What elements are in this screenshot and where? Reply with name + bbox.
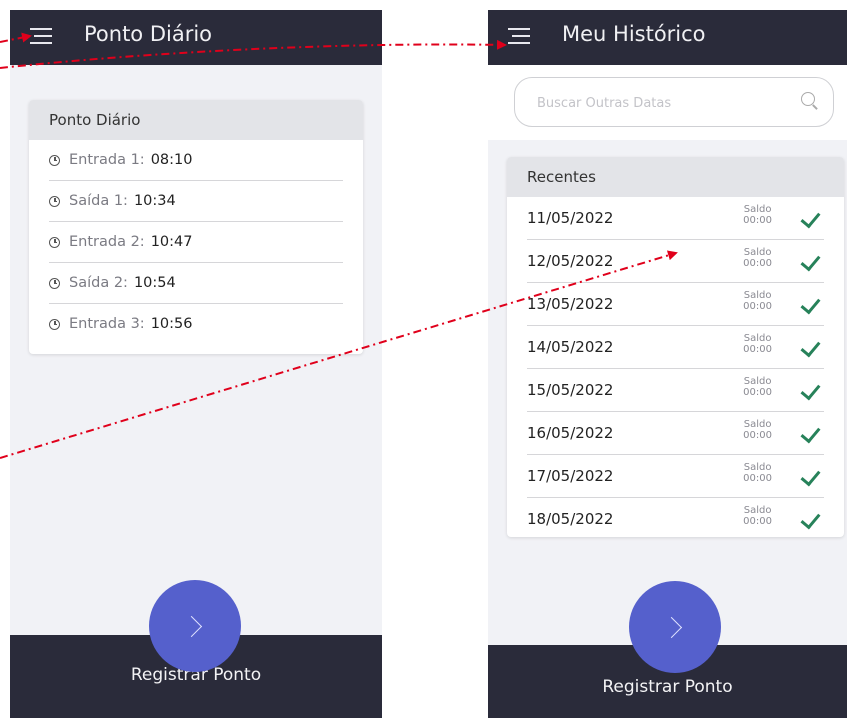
balance: Saldo 00:00 [743,333,772,355]
app-bar: Ponto Diário [10,10,382,65]
card-title: Recentes [507,157,844,197]
balance: Saldo 00:00 [743,462,772,484]
check-icon [800,422,821,444]
punch-row: Entrada 2: 10:47 [49,222,343,263]
balance-label: Saldo [743,247,772,258]
punch-label: Entrada 3: [69,316,145,332]
balance: Saldo 00:00 [743,419,772,441]
balance-value: 00:00 [743,516,772,527]
card-title: Ponto Diário [29,100,363,140]
balance: Saldo 00:00 [743,505,772,527]
history-date: 16/05/2022 [527,424,614,442]
balance: Saldo 00:00 [743,247,772,269]
punch-time: 10:47 [150,234,193,250]
page-title: Meu Histórico [562,22,706,46]
balance-label: Saldo [743,419,772,430]
check-icon [800,293,821,315]
balance-value: 00:00 [743,258,772,269]
balance: Saldo 00:00 [743,290,772,312]
history-row[interactable]: 12/05/2022 Saldo 00:00 [527,240,824,283]
balance-value: 00:00 [743,301,772,312]
menu-icon[interactable] [30,28,52,44]
punch-time: 10:56 [150,316,193,332]
clock-icon [49,277,60,289]
register-punch-button[interactable] [149,580,241,672]
punch-row: Entrada 3: 10:56 [49,304,343,344]
recent-dates-card: Recentes 11/05/2022 Saldo 00:00 12/05/202… [507,157,844,537]
punch-row: Saída 2: 10:54 [49,263,343,304]
chevron-right-icon [660,616,682,638]
punch-label: Entrada 2: [69,234,145,250]
menu-icon[interactable] [508,28,530,44]
clock-icon [49,318,60,330]
punch-row: Saída 1: 10:34 [49,181,343,222]
history-date: 17/05/2022 [527,467,614,485]
balance: Saldo 00:00 [743,204,772,226]
balance-label: Saldo [743,376,772,387]
history-row[interactable]: 15/05/2022 Saldo 00:00 [527,369,824,412]
search-section [488,65,847,140]
check-icon [800,465,821,487]
balance-label: Saldo [743,462,772,473]
history-row[interactable]: 17/05/2022 Saldo 00:00 [527,455,824,498]
punch-label: Entrada 1: [69,152,145,168]
punch-label: Saída 2: [69,275,128,291]
balance-value: 00:00 [743,473,772,484]
clock-icon [49,154,60,166]
register-punch-label[interactable]: Registrar Ponto [488,677,847,697]
balance: Saldo 00:00 [743,376,772,398]
check-icon [800,207,821,229]
history-date: 13/05/2022 [527,295,614,313]
history-row[interactable]: 16/05/2022 Saldo 00:00 [527,412,824,455]
history-row[interactable]: 11/05/2022 Saldo 00:00 [527,197,824,240]
history-date: 18/05/2022 [527,510,614,528]
check-icon [800,250,821,272]
balance-label: Saldo [743,290,772,301]
history-date: 11/05/2022 [527,209,614,227]
history-row[interactable]: 14/05/2022 Saldo 00:00 [527,326,824,369]
history-date: 12/05/2022 [527,252,614,270]
chevron-right-icon [180,615,202,637]
search-input[interactable] [535,90,779,116]
clock-icon [49,195,60,207]
history-row[interactable]: 13/05/2022 Saldo 00:00 [527,283,824,326]
balance-label: Saldo [743,204,772,215]
page-title: Ponto Diário [84,22,213,46]
clock-icon [49,236,60,248]
history-screen: Meu Histórico Recentes 11/05/2022 Saldo0… [488,10,847,718]
search-box[interactable] [514,77,834,127]
punch-time: 10:34 [133,193,176,209]
balance-value: 00:00 [743,344,772,355]
daily-punch-card: Ponto Diário Entrada 1: 08:10 Saída 1: 1… [29,100,363,354]
balance-value: 00:00 [743,430,772,441]
search-icon[interactable] [801,92,815,106]
history-row[interactable]: 18/05/2022 Saldo 00:00 [527,498,824,537]
balance-value: 00:00 [743,387,772,398]
punch-time: 08:10 [150,152,193,168]
punch-time: 10:54 [133,275,176,291]
balance-label: Saldo [743,333,772,344]
app-bar: Meu Histórico [488,10,847,65]
check-icon [800,508,821,530]
check-icon [800,336,821,358]
daily-punch-screen: Ponto Diário Ponto Diário Entrada 1: 08:… [10,10,382,718]
punch-row: Entrada 1: 08:10 [49,140,343,181]
register-punch-button[interactable] [629,581,721,673]
history-date: 15/05/2022 [527,381,614,399]
balance-label: Saldo [743,505,772,516]
punch-label: Saída 1: [69,193,128,209]
check-icon [800,379,821,401]
balance-value: 00:00 [743,215,772,226]
history-date: 14/05/2022 [527,338,614,356]
